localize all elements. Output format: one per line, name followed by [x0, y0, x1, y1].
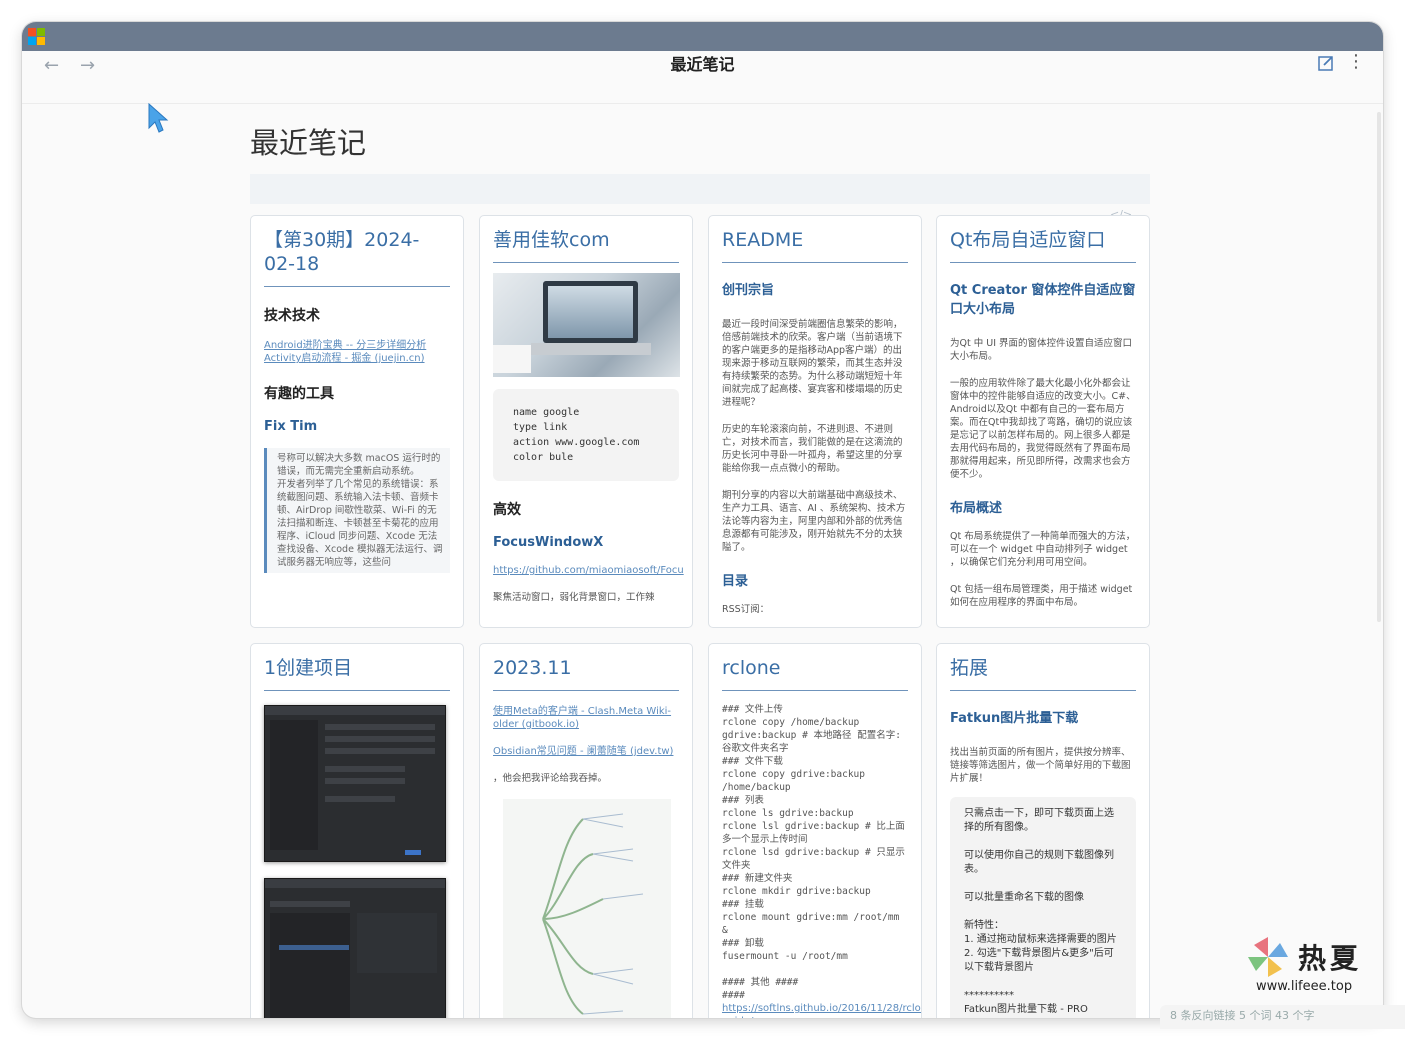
card-heading: 有趣的工具: [264, 386, 334, 402]
card-text: 一般的应用软件除了最大化最小化外都会让窗体中的控件能够自适应的改变大小。C#、A…: [950, 378, 1136, 480]
card-link[interactable]: 使用Meta的客户端 - Clash.Meta Wiki-older (gitb…: [493, 705, 679, 731]
search-strip[interactable]: [250, 174, 1150, 204]
card-title[interactable]: 2023.11: [493, 656, 679, 691]
note-card[interactable]: 1创建项目: [250, 643, 464, 1018]
code-block: name google type link action www.google.…: [493, 389, 679, 481]
card-heading: Fatkun图片批量下载: [950, 711, 1079, 726]
note-card[interactable]: 拓展 Fatkun图片批量下载 找出当前页面的所有图片，提供按分辨率、链接等筛选…: [936, 643, 1150, 1018]
card-text: Qt 包括一组布局管理类，用于描述 widget 如何在应用程序的界面中布局。: [950, 584, 1133, 608]
pinwheel-logo-icon: [1248, 937, 1288, 977]
note-card[interactable]: README 创刊宗旨 最近一段时间深受前端圈信息繁荣的影响，倍感前端技术的欣荣…: [708, 215, 922, 628]
code-block: 只需点击一下，即可下载页面上选择的所有图像。 可以使用你自己的规则下载图像列表。…: [950, 797, 1136, 1018]
card-text: 历史的车轮滚滚向前，不进则退、不进则亡，对技术而言，我们能做的是在这滴流的历史长…: [722, 424, 903, 474]
card-title[interactable]: Qt布局自适应窗口: [950, 228, 1136, 263]
watermark-url: www.lifeee.top: [1256, 979, 1353, 994]
app-screenshot: [264, 705, 446, 862]
card-text: 为Qt 中 UI 界面的窗体控件设置自适应窗口大小布局。: [950, 338, 1133, 362]
card-heading: 布局概述: [950, 501, 1003, 516]
card-text: 最近一段时间深受前端圈信息繁荣的影响，倍感前端技术的欣荣。客户端（当前语境下的客…: [722, 319, 903, 408]
card-text: 聚焦活动窗口，弱化背景窗口，工作辣: [493, 592, 655, 603]
card-text: 找出当前页面的所有图片，提供按分辨率、链接等筛选图片，做一个简单好用的下载图片扩…: [950, 747, 1131, 784]
code-text: ### 文件上传 rclone copy /home/backup gdrive…: [722, 704, 905, 1001]
top-bar: ← → 最近笔记 ⋮: [22, 51, 1383, 104]
card-title[interactable]: 1创建项目: [264, 656, 450, 691]
app-screenshot: [264, 878, 446, 1018]
card-link[interactable]: https://softlns.github.io/2016/11/28/rcl…: [722, 1002, 921, 1018]
card-heading: 创刊宗旨: [722, 283, 775, 298]
edit-icon[interactable]: [1317, 54, 1335, 72]
more-vertical-icon[interactable]: ⋮: [1347, 53, 1365, 71]
card-heading: 高效: [493, 502, 521, 518]
note-card[interactable]: 【第30期】2024-02-18 技术技术 Android进阶宝典 -- 分三步…: [250, 215, 464, 628]
card-text: 期刊分享的内容以大前端基础中高级技术、生产力工具、语言、AI 、系统架构、技术方…: [722, 490, 906, 553]
watermark: 热夏 www.lifeee.top: [1246, 935, 1376, 1005]
card-heading: Qt Creator 窗体控件自适应窗口大小布局: [950, 283, 1136, 317]
card-link[interactable]: Android进阶宝典 -- 分三步详细分析Activity启动流程 - 掘金 …: [264, 339, 450, 365]
note-card[interactable]: Qt布局自适应窗口 Qt Creator 窗体控件自适应窗口大小布局 为Qt 中…: [936, 215, 1150, 628]
card-title[interactable]: 善用佳软com: [493, 228, 679, 263]
card-title[interactable]: 【第30期】2024-02-18: [264, 228, 450, 287]
card-heading: 技术技术: [264, 308, 320, 324]
windows-logo-icon: [28, 28, 46, 46]
window-title: 最近笔记: [670, 55, 735, 74]
status-bar: 8 条反向链接 5 个词 43 个字: [1160, 1005, 1405, 1029]
card-text: Qt 布局系统提供了一种简单而强大的方法，可以在一个 widget 中自动排列子…: [950, 531, 1136, 568]
card-title[interactable]: README: [722, 228, 908, 263]
mouse-cursor-icon: [148, 102, 169, 133]
mindmap-image: [503, 799, 671, 1018]
scrollbar[interactable]: [1377, 112, 1381, 622]
card-title[interactable]: 拓展: [950, 656, 1136, 691]
card-heading: 目录: [722, 574, 749, 589]
note-card[interactable]: 2023.11 使用Meta的客户端 - Clash.Meta Wiki-old…: [479, 643, 693, 1018]
card-quote: 号称可以解决大多数 macOS 运行时的错误，而无需完全重新启动系统。 开发者列…: [264, 448, 450, 573]
page-title: 最近笔记: [250, 126, 367, 160]
card-link[interactable]: Obsidian常见问题 - 阑蕾随笔 (jdev.tw): [493, 745, 679, 758]
card-text: ，他会把我评论给我吞掉。: [493, 773, 608, 784]
card-link[interactable]: https://github.com/miaomiaosoft/Focu: [493, 564, 684, 577]
card-heading: FocusWindowX: [493, 535, 604, 550]
card-heading: Fix Tim: [264, 419, 318, 434]
card-title[interactable]: rclone: [722, 656, 908, 691]
note-card[interactable]: rclone ### 文件上传 rclone copy /home/backup…: [708, 643, 922, 1018]
watermark-text: 热夏: [1298, 942, 1363, 975]
title-bar: [22, 22, 1383, 51]
note-card[interactable]: 善用佳软com name google type link action www…: [479, 215, 693, 628]
laptop-photo: [493, 273, 680, 377]
card-text: RSS订阅：: [722, 604, 770, 615]
app-window: ← → 最近笔记 ⋮ 最近笔记 </> 【第30期】2024-02-18 技术技…: [22, 22, 1383, 1018]
